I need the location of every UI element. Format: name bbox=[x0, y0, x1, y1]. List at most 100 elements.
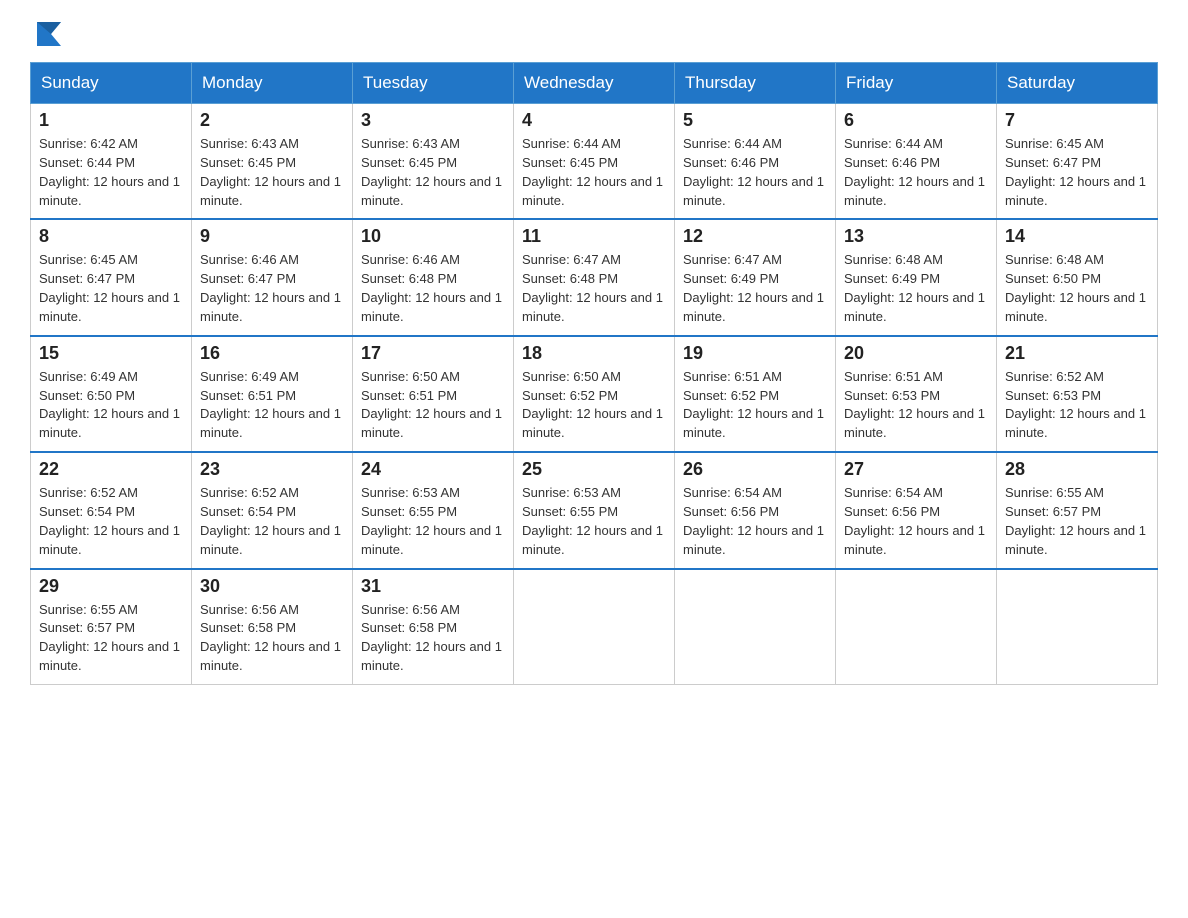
week-row-4: 22 Sunrise: 6:52 AM Sunset: 6:54 PM Dayl… bbox=[31, 452, 1158, 568]
page-header bbox=[30, 20, 1158, 44]
day-number: 10 bbox=[361, 226, 505, 247]
week-row-3: 15 Sunrise: 6:49 AM Sunset: 6:50 PM Dayl… bbox=[31, 336, 1158, 452]
day-number: 18 bbox=[522, 343, 666, 364]
header-saturday: Saturday bbox=[997, 63, 1158, 104]
header-monday: Monday bbox=[192, 63, 353, 104]
calendar-cell: 19 Sunrise: 6:51 AM Sunset: 6:52 PM Dayl… bbox=[675, 336, 836, 452]
calendar-cell: 2 Sunrise: 6:43 AM Sunset: 6:45 PM Dayli… bbox=[192, 104, 353, 220]
day-number: 30 bbox=[200, 576, 344, 597]
day-info: Sunrise: 6:50 AM Sunset: 6:51 PM Dayligh… bbox=[361, 368, 505, 443]
day-number: 14 bbox=[1005, 226, 1149, 247]
calendar-cell: 5 Sunrise: 6:44 AM Sunset: 6:46 PM Dayli… bbox=[675, 104, 836, 220]
calendar-cell: 28 Sunrise: 6:55 AM Sunset: 6:57 PM Dayl… bbox=[997, 452, 1158, 568]
day-number: 22 bbox=[39, 459, 183, 480]
calendar-cell: 11 Sunrise: 6:47 AM Sunset: 6:48 PM Dayl… bbox=[514, 219, 675, 335]
day-number: 24 bbox=[361, 459, 505, 480]
day-number: 9 bbox=[200, 226, 344, 247]
day-number: 3 bbox=[361, 110, 505, 131]
day-info: Sunrise: 6:55 AM Sunset: 6:57 PM Dayligh… bbox=[1005, 484, 1149, 559]
day-number: 1 bbox=[39, 110, 183, 131]
calendar-cell: 15 Sunrise: 6:49 AM Sunset: 6:50 PM Dayl… bbox=[31, 336, 192, 452]
day-info: Sunrise: 6:50 AM Sunset: 6:52 PM Dayligh… bbox=[522, 368, 666, 443]
calendar-cell: 8 Sunrise: 6:45 AM Sunset: 6:47 PM Dayli… bbox=[31, 219, 192, 335]
day-info: Sunrise: 6:48 AM Sunset: 6:50 PM Dayligh… bbox=[1005, 251, 1149, 326]
calendar-cell: 4 Sunrise: 6:44 AM Sunset: 6:45 PM Dayli… bbox=[514, 104, 675, 220]
day-info: Sunrise: 6:51 AM Sunset: 6:52 PM Dayligh… bbox=[683, 368, 827, 443]
calendar-cell: 17 Sunrise: 6:50 AM Sunset: 6:51 PM Dayl… bbox=[353, 336, 514, 452]
calendar-cell: 27 Sunrise: 6:54 AM Sunset: 6:56 PM Dayl… bbox=[836, 452, 997, 568]
header-wednesday: Wednesday bbox=[514, 63, 675, 104]
calendar-cell: 22 Sunrise: 6:52 AM Sunset: 6:54 PM Dayl… bbox=[31, 452, 192, 568]
day-info: Sunrise: 6:48 AM Sunset: 6:49 PM Dayligh… bbox=[844, 251, 988, 326]
calendar-cell: 30 Sunrise: 6:56 AM Sunset: 6:58 PM Dayl… bbox=[192, 569, 353, 685]
week-row-2: 8 Sunrise: 6:45 AM Sunset: 6:47 PM Dayli… bbox=[31, 219, 1158, 335]
day-number: 21 bbox=[1005, 343, 1149, 364]
day-number: 11 bbox=[522, 226, 666, 247]
day-info: Sunrise: 6:49 AM Sunset: 6:50 PM Dayligh… bbox=[39, 368, 183, 443]
day-info: Sunrise: 6:42 AM Sunset: 6:44 PM Dayligh… bbox=[39, 135, 183, 210]
day-info: Sunrise: 6:47 AM Sunset: 6:48 PM Dayligh… bbox=[522, 251, 666, 326]
day-info: Sunrise: 6:55 AM Sunset: 6:57 PM Dayligh… bbox=[39, 601, 183, 676]
day-info: Sunrise: 6:51 AM Sunset: 6:53 PM Dayligh… bbox=[844, 368, 988, 443]
calendar-cell: 25 Sunrise: 6:53 AM Sunset: 6:55 PM Dayl… bbox=[514, 452, 675, 568]
day-number: 15 bbox=[39, 343, 183, 364]
calendar-cell bbox=[836, 569, 997, 685]
day-info: Sunrise: 6:44 AM Sunset: 6:46 PM Dayligh… bbox=[683, 135, 827, 210]
day-info: Sunrise: 6:46 AM Sunset: 6:48 PM Dayligh… bbox=[361, 251, 505, 326]
day-info: Sunrise: 6:54 AM Sunset: 6:56 PM Dayligh… bbox=[683, 484, 827, 559]
calendar-table: Sunday Monday Tuesday Wednesday Thursday… bbox=[30, 62, 1158, 685]
calendar-cell: 7 Sunrise: 6:45 AM Sunset: 6:47 PM Dayli… bbox=[997, 104, 1158, 220]
day-number: 2 bbox=[200, 110, 344, 131]
day-number: 29 bbox=[39, 576, 183, 597]
day-number: 6 bbox=[844, 110, 988, 131]
calendar-cell: 26 Sunrise: 6:54 AM Sunset: 6:56 PM Dayl… bbox=[675, 452, 836, 568]
day-number: 31 bbox=[361, 576, 505, 597]
day-info: Sunrise: 6:52 AM Sunset: 6:54 PM Dayligh… bbox=[39, 484, 183, 559]
calendar-cell: 20 Sunrise: 6:51 AM Sunset: 6:53 PM Dayl… bbox=[836, 336, 997, 452]
header-sunday: Sunday bbox=[31, 63, 192, 104]
calendar-cell: 21 Sunrise: 6:52 AM Sunset: 6:53 PM Dayl… bbox=[997, 336, 1158, 452]
day-info: Sunrise: 6:43 AM Sunset: 6:45 PM Dayligh… bbox=[361, 135, 505, 210]
day-number: 17 bbox=[361, 343, 505, 364]
calendar-cell: 3 Sunrise: 6:43 AM Sunset: 6:45 PM Dayli… bbox=[353, 104, 514, 220]
day-info: Sunrise: 6:43 AM Sunset: 6:45 PM Dayligh… bbox=[200, 135, 344, 210]
calendar-cell bbox=[675, 569, 836, 685]
header-thursday: Thursday bbox=[675, 63, 836, 104]
calendar-cell: 16 Sunrise: 6:49 AM Sunset: 6:51 PM Dayl… bbox=[192, 336, 353, 452]
calendar-cell: 29 Sunrise: 6:55 AM Sunset: 6:57 PM Dayl… bbox=[31, 569, 192, 685]
calendar-cell: 12 Sunrise: 6:47 AM Sunset: 6:49 PM Dayl… bbox=[675, 219, 836, 335]
day-info: Sunrise: 6:53 AM Sunset: 6:55 PM Dayligh… bbox=[361, 484, 505, 559]
day-number: 25 bbox=[522, 459, 666, 480]
day-info: Sunrise: 6:45 AM Sunset: 6:47 PM Dayligh… bbox=[39, 251, 183, 326]
day-number: 4 bbox=[522, 110, 666, 131]
day-info: Sunrise: 6:53 AM Sunset: 6:55 PM Dayligh… bbox=[522, 484, 666, 559]
day-info: Sunrise: 6:52 AM Sunset: 6:54 PM Dayligh… bbox=[200, 484, 344, 559]
day-number: 19 bbox=[683, 343, 827, 364]
logo-flag-icon bbox=[33, 16, 65, 48]
week-row-5: 29 Sunrise: 6:55 AM Sunset: 6:57 PM Dayl… bbox=[31, 569, 1158, 685]
calendar-cell: 31 Sunrise: 6:56 AM Sunset: 6:58 PM Dayl… bbox=[353, 569, 514, 685]
day-info: Sunrise: 6:46 AM Sunset: 6:47 PM Dayligh… bbox=[200, 251, 344, 326]
day-number: 26 bbox=[683, 459, 827, 480]
day-number: 12 bbox=[683, 226, 827, 247]
day-number: 16 bbox=[200, 343, 344, 364]
day-info: Sunrise: 6:56 AM Sunset: 6:58 PM Dayligh… bbox=[200, 601, 344, 676]
calendar-cell: 14 Sunrise: 6:48 AM Sunset: 6:50 PM Dayl… bbox=[997, 219, 1158, 335]
header-tuesday: Tuesday bbox=[353, 63, 514, 104]
calendar-cell: 24 Sunrise: 6:53 AM Sunset: 6:55 PM Dayl… bbox=[353, 452, 514, 568]
calendar-cell bbox=[997, 569, 1158, 685]
logo bbox=[30, 20, 65, 44]
day-info: Sunrise: 6:56 AM Sunset: 6:58 PM Dayligh… bbox=[361, 601, 505, 676]
day-info: Sunrise: 6:45 AM Sunset: 6:47 PM Dayligh… bbox=[1005, 135, 1149, 210]
calendar-cell: 10 Sunrise: 6:46 AM Sunset: 6:48 PM Dayl… bbox=[353, 219, 514, 335]
day-number: 27 bbox=[844, 459, 988, 480]
calendar-cell: 23 Sunrise: 6:52 AM Sunset: 6:54 PM Dayl… bbox=[192, 452, 353, 568]
day-info: Sunrise: 6:44 AM Sunset: 6:45 PM Dayligh… bbox=[522, 135, 666, 210]
week-row-1: 1 Sunrise: 6:42 AM Sunset: 6:44 PM Dayli… bbox=[31, 104, 1158, 220]
day-info: Sunrise: 6:52 AM Sunset: 6:53 PM Dayligh… bbox=[1005, 368, 1149, 443]
day-number: 23 bbox=[200, 459, 344, 480]
day-info: Sunrise: 6:47 AM Sunset: 6:49 PM Dayligh… bbox=[683, 251, 827, 326]
calendar-cell bbox=[514, 569, 675, 685]
day-info: Sunrise: 6:54 AM Sunset: 6:56 PM Dayligh… bbox=[844, 484, 988, 559]
day-number: 8 bbox=[39, 226, 183, 247]
